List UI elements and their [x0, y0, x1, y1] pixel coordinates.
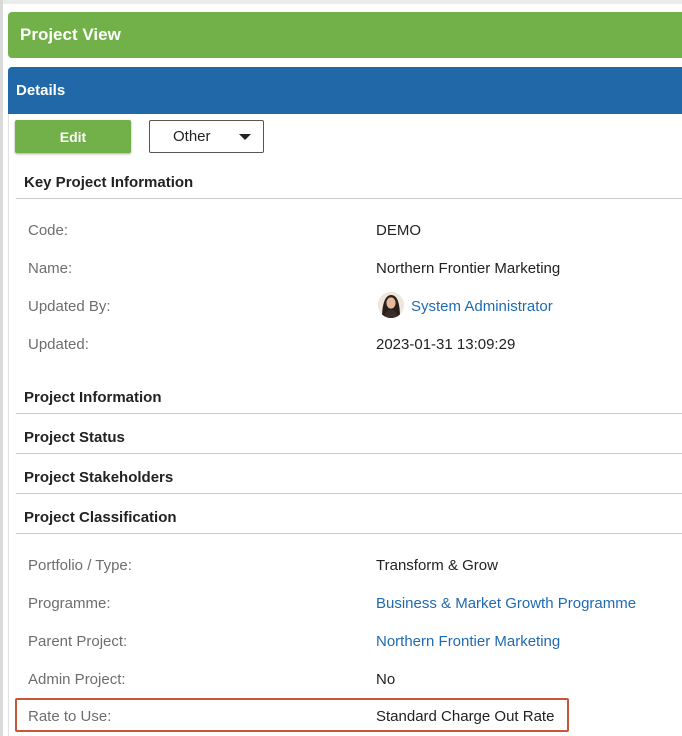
section-title: Project Status [24, 429, 125, 446]
rate-to-use-highlight-box [15, 698, 569, 732]
field-row-updated-by: Updated By: System Administrator [0, 292, 682, 319]
section-title: Project Classification [24, 509, 177, 526]
other-dropdown-button[interactable]: Other [149, 120, 264, 153]
updated-by-user-link[interactable]: System Administrator [411, 298, 553, 315]
section-title: Key Project Information [24, 174, 194, 191]
section-title: Project Information [24, 389, 162, 406]
window-left-edge [0, 0, 3, 736]
section-project-information[interactable]: Project Information [16, 382, 682, 414]
section-project-classification[interactable]: Project Classification [16, 502, 682, 534]
field-label: Parent Project: [28, 633, 128, 650]
parent-project-link[interactable]: Northern Frontier Marketing [376, 633, 560, 650]
field-row-updated: Updated: 2023-01-31 13:09:29 [0, 333, 682, 357]
field-label: Programme: [28, 595, 111, 612]
field-label: Updated By: [28, 298, 111, 315]
section-key-project-information[interactable]: Key Project Information [16, 167, 682, 199]
field-value: DEMO [376, 222, 421, 239]
section-title: Project Stakeholders [24, 469, 174, 486]
field-label: Updated: [28, 336, 89, 353]
details-title: Details [16, 82, 66, 99]
field-row-code: Code: DEMO [0, 219, 682, 243]
section-project-status[interactable]: Project Status [16, 422, 682, 454]
field-label: Admin Project: [28, 671, 126, 688]
field-row-parent-project: Parent Project: Northern Frontier Market… [0, 630, 682, 654]
field-row-portfolio-type: Portfolio / Type: Transform & Grow [0, 554, 682, 578]
field-row-admin-project: Admin Project: No [0, 668, 682, 692]
field-row-name: Name: Northern Frontier Marketing [0, 257, 682, 281]
field-value: 2023-01-31 13:09:29 [376, 336, 516, 353]
field-value: Transform & Grow [376, 557, 498, 574]
other-dropdown-label: Other [173, 128, 211, 145]
project-view-header: Project View [8, 12, 682, 58]
field-label: Portfolio / Type: [28, 557, 132, 574]
window-top-edge [0, 0, 682, 4]
edit-button[interactable]: Edit [15, 120, 131, 153]
field-value: Northern Frontier Marketing [376, 260, 561, 277]
details-panel-header[interactable]: Details [8, 67, 682, 114]
field-label: Code: [28, 222, 69, 239]
user-avatar[interactable] [378, 292, 404, 318]
field-label: Name: [28, 260, 73, 277]
page-title: Project View [20, 25, 121, 44]
field-row-programme: Programme: Business & Market Growth Prog… [0, 592, 682, 616]
section-project-stakeholders[interactable]: Project Stakeholders [16, 462, 682, 494]
programme-link[interactable]: Business & Market Growth Programme [376, 595, 636, 612]
caret-down-icon [239, 134, 251, 140]
field-value: No [376, 671, 396, 688]
